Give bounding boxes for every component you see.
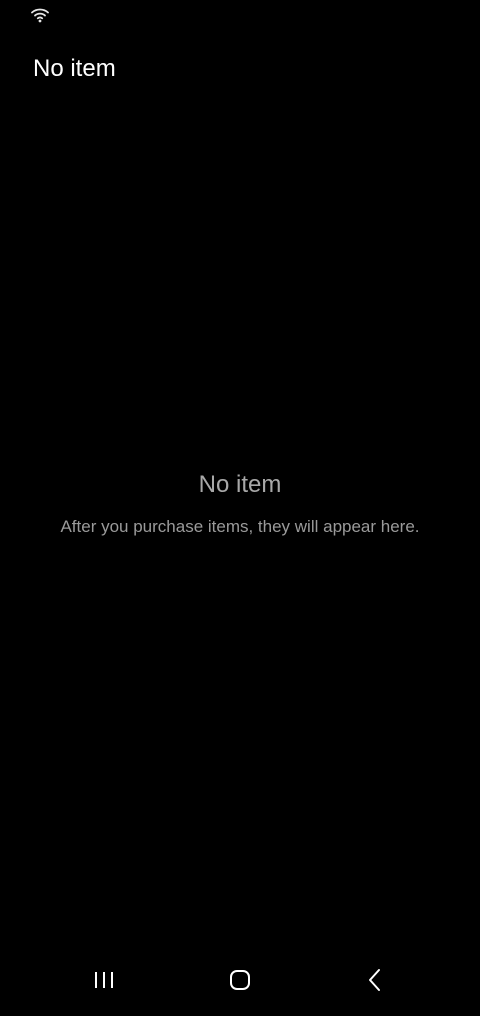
wifi-icon xyxy=(31,7,49,23)
back-icon xyxy=(365,968,385,997)
back-button[interactable] xyxy=(355,966,395,998)
empty-state-title: No item xyxy=(198,471,282,498)
home-icon xyxy=(228,968,252,997)
recents-icon xyxy=(92,970,116,995)
status-bar xyxy=(0,0,480,30)
page-title: No item xyxy=(33,55,116,82)
recents-button[interactable] xyxy=(84,966,124,998)
empty-state-description: After you purchase items, they will appe… xyxy=(60,517,420,536)
home-button[interactable] xyxy=(220,966,260,998)
empty-state: No item After you purchase items, they w… xyxy=(40,470,440,538)
navigation-bar xyxy=(0,952,480,1016)
purchased-items-screen: No item No item After you purchase items… xyxy=(0,0,480,1016)
